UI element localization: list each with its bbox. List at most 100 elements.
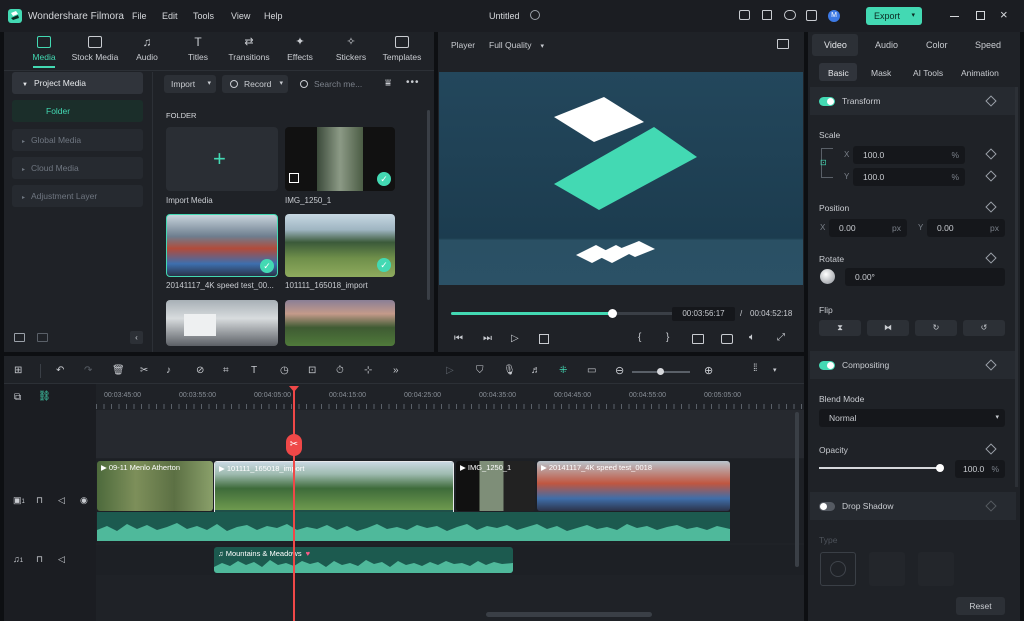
video-clip[interactable]: ▶ IMG_1250_1 [456, 461, 535, 511]
video-clip[interactable]: ▶ 20141117_4K speed test_0018 [537, 461, 730, 511]
video-clip[interactable]: ▶ 09-11 Menlo Atherton [97, 461, 213, 511]
sidebar-item-adjustment-layer[interactable]: ▸ Adjustment Layer [12, 185, 143, 207]
play-icon[interactable]: ▷ [511, 333, 519, 344]
sidebar-item-global-media[interactable]: ▸ Global Media [12, 129, 143, 151]
opacity-input[interactable]: 100.0% [955, 460, 1005, 478]
maximize-icon[interactable] [976, 11, 985, 20]
media-thumbnail-101111[interactable]: ✓ [285, 214, 395, 277]
scale-y-input[interactable]: 100.0% [853, 168, 965, 186]
auto-reframe-icon[interactable]: ⊡ [308, 365, 316, 376]
music-doc-icon[interactable]: ♬ [531, 365, 541, 376]
menu-help[interactable]: Help [264, 11, 283, 21]
media-thumbnail-trucks[interactable] [166, 300, 278, 346]
media-thumbnail-speed-test[interactable]: ✓ [166, 214, 278, 277]
filter-icon[interactable]: ⩸ [385, 78, 391, 89]
playhead-line[interactable] [293, 386, 295, 621]
tab-color[interactable]: Color [926, 40, 948, 50]
crop-icon[interactable]: ⌗ [223, 365, 229, 376]
tab-audio[interactable]: Audio [875, 40, 898, 50]
more-options-icon[interactable]: ••• [406, 77, 420, 88]
cloud-upload-icon[interactable] [784, 10, 796, 20]
tab-video[interactable]: Video [824, 40, 847, 50]
shadow-type-soft[interactable] [918, 552, 954, 586]
blend-mode-select[interactable]: Normal ▾ [819, 409, 1005, 427]
record-dropdown[interactable]: Record ▾ [222, 75, 288, 93]
transform-toggle[interactable] [819, 97, 835, 106]
search-input[interactable]: Search me... [294, 75, 374, 93]
playback-scrubber[interactable] [607, 309, 617, 318]
display-settings-icon[interactable] [692, 334, 704, 344]
text-icon[interactable]: T [251, 365, 257, 376]
folder-icon[interactable] [37, 333, 48, 342]
rotate-input[interactable]: 0.00° [845, 268, 1005, 286]
microphone-icon[interactable]: 🎙︎ [503, 365, 516, 376]
view-options-icon[interactable]: ⁞⁞ [753, 363, 757, 374]
speed-disabled-icon[interactable]: ⊘ [196, 365, 204, 376]
layout-grid-icon[interactable]: ⊞ [14, 365, 22, 376]
zoom-slider-handle[interactable] [657, 368, 664, 375]
close-icon[interactable]: × [1000, 7, 1008, 22]
sidebar-item-cloud-media[interactable]: ▸ Cloud Media [12, 157, 143, 179]
media-scrollbar[interactable] [427, 110, 430, 300]
duration-icon[interactable]: ◷ [280, 365, 289, 376]
shadow-type-basic[interactable] [869, 552, 905, 586]
position-x-input[interactable]: 0.00 px [829, 219, 907, 237]
mark-in-icon[interactable]: { [638, 332, 641, 343]
lock-track-icon[interactable]: ⊓ [36, 554, 43, 565]
opacity-slider-track[interactable] [819, 467, 940, 469]
rotate-left-button[interactable]: ↺ [963, 320, 1005, 336]
sidebar-item-project-media[interactable]: ▼ Project Media [12, 72, 143, 94]
split-scissors-marker-icon[interactable]: ✂ [286, 434, 302, 456]
clip-icon[interactable]: ▭ [587, 365, 596, 376]
import-media-tile[interactable]: + [166, 127, 278, 191]
timeline-horizontal-scrollbar[interactable] [486, 612, 652, 617]
tab-speed[interactable]: Speed [975, 40, 1005, 50]
minimize-icon[interactable] [950, 16, 959, 17]
compositing-toggle[interactable] [819, 361, 835, 370]
audio-clip[interactable]: ♫ Mountains & Meadows ♥ [214, 547, 513, 573]
collapse-sidebar-icon[interactable]: ‹ [130, 331, 143, 344]
mute-track-icon[interactable]: ◁ [58, 554, 65, 565]
monitor-icon[interactable] [739, 10, 750, 20]
camera-snapshot-icon[interactable] [721, 334, 733, 344]
step-back-icon[interactable]: ⏮ [454, 333, 463, 344]
fullscreen-icon[interactable]: ⤢ [777, 332, 785, 343]
save-icon[interactable] [762, 10, 772, 20]
reset-button[interactable]: Reset [956, 597, 1005, 615]
lock-track-icon[interactable]: ⊓ [36, 495, 43, 506]
new-folder-icon[interactable] [14, 333, 25, 342]
sidebar-item-folder[interactable]: Folder [12, 100, 143, 122]
menu-edit[interactable]: Edit [162, 11, 178, 21]
menu-tools[interactable]: Tools [193, 11, 214, 21]
subtab-ai-tools[interactable]: AI Tools [913, 68, 943, 78]
timeline-vertical-scrollbar[interactable] [795, 412, 799, 567]
flip-horizontal-button[interactable]: ⧓ [867, 320, 909, 336]
opacity-slider-handle[interactable] [936, 464, 944, 472]
subtab-basic[interactable]: Basic [828, 68, 849, 78]
delete-icon[interactable]: 🗑︎ [112, 365, 125, 376]
export-button[interactable]: Export ▾ [866, 7, 922, 25]
chevron-down-icon[interactable]: ▾ [773, 366, 777, 374]
drop-shadow-toggle[interactable] [819, 502, 835, 511]
empty-track-area[interactable] [96, 410, 804, 458]
mark-out-icon[interactable]: } [666, 332, 669, 343]
tab-audio[interactable]: ♫ Audio [121, 36, 173, 62]
media-thumbnail-field[interactable] [285, 300, 395, 346]
zoom-out-icon[interactable]: ⊖ [615, 364, 624, 377]
menu-file[interactable]: File [132, 11, 147, 21]
audio-tools-icon[interactable]: ♪ [166, 365, 171, 376]
shadow-type-none[interactable] [820, 552, 856, 586]
rotate-right-button[interactable]: ↻ [915, 320, 957, 336]
quality-dropdown[interactable]: Full Quality ▾ [489, 40, 544, 50]
snap-icon[interactable]: ⁜ [559, 365, 567, 376]
timer-icon[interactable]: ⏱ [336, 365, 344, 376]
rotate-dial[interactable] [820, 269, 835, 284]
media-thumbnail-img-1250[interactable]: ✓ [285, 127, 395, 191]
playback-progress-track[interactable] [451, 312, 674, 315]
snapshot-image-icon[interactable] [777, 39, 789, 49]
subtab-mask[interactable]: Mask [871, 68, 891, 78]
tab-stickers[interactable]: ✧ Stickers [325, 36, 377, 62]
flip-vertical-button[interactable]: ⧗ [819, 320, 861, 336]
scale-x-input[interactable]: 100.0% [853, 146, 965, 164]
volume-icon[interactable]: 🔈︎ [749, 332, 755, 343]
